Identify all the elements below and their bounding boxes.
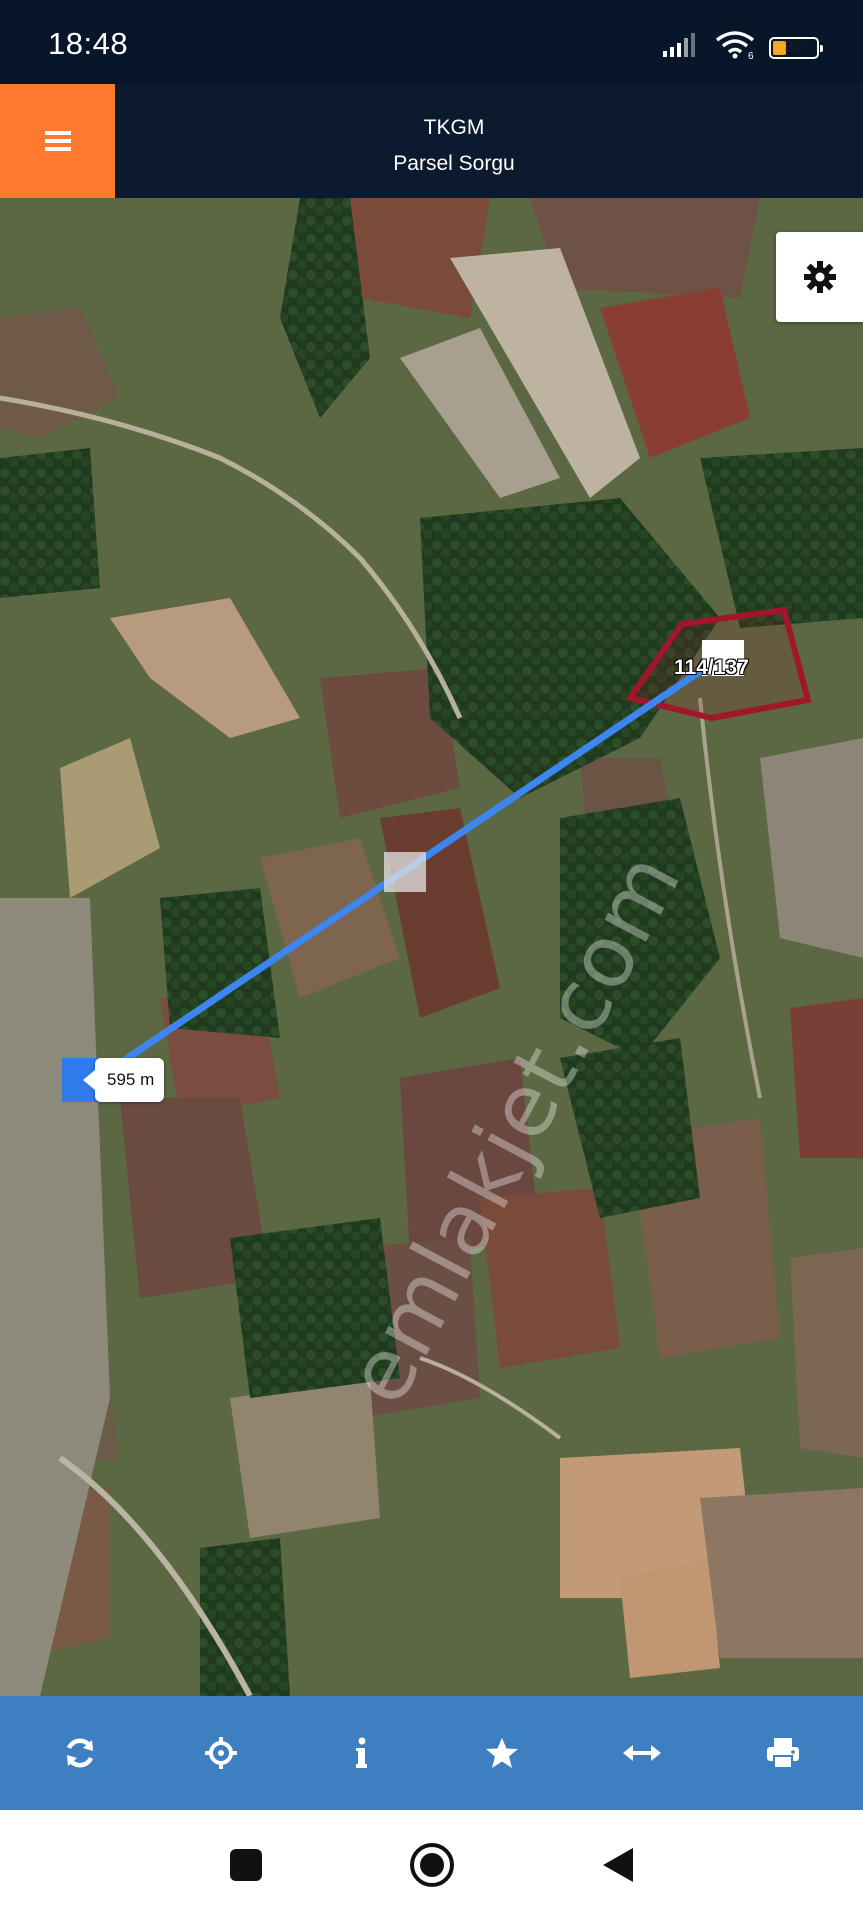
system-nav-bar [0, 1810, 863, 1920]
locate-button[interactable] [181, 1713, 261, 1793]
info-button[interactable] [321, 1713, 401, 1793]
menu-button[interactable] [0, 84, 115, 198]
gear-icon [803, 261, 836, 293]
star-favorite-icon [485, 1738, 518, 1768]
svg-text:6: 6 [748, 51, 754, 60]
recents-button[interactable] [218, 1837, 274, 1893]
status-time: 18:48 [48, 26, 129, 61]
print-button[interactable] [743, 1713, 823, 1793]
favorite-button[interactable] [462, 1713, 542, 1793]
back-triangle-icon [602, 1848, 633, 1882]
settings-button[interactable] [776, 232, 863, 322]
crosshair-locate-icon [204, 1737, 237, 1769]
home-circle-icon [409, 1843, 454, 1887]
battery-level: 37 [785, 38, 803, 56]
info-icon [356, 1737, 368, 1768]
map-imagery [0, 198, 863, 1696]
bottom-toolbar [0, 1696, 863, 1810]
measure-distance-icon [623, 1745, 662, 1761]
wifi-icon: 6 [715, 30, 755, 65]
app-subtitle: Parsel Sorgu [393, 152, 515, 175]
hamburger-menu-icon [44, 131, 71, 151]
print-icon [766, 1738, 799, 1769]
battery-icon: 37 [769, 36, 823, 59]
recents-square-icon [229, 1849, 262, 1881]
measure-mid-marker[interactable] [384, 852, 426, 892]
app-title: TKGM [423, 116, 485, 139]
refresh-icon [67, 1738, 94, 1768]
back-button[interactable] [590, 1837, 646, 1893]
parcel-label: 114/137 [674, 656, 749, 679]
signal-icon [663, 32, 701, 63]
refresh-button[interactable] [40, 1713, 120, 1793]
home-button[interactable] [404, 1837, 460, 1893]
measure-button[interactable] [602, 1713, 682, 1793]
distance-label: 595 m [82, 1058, 165, 1102]
status-bar: 18:48 6 37 [0, 0, 863, 84]
app-header: TKGM Parsel Sorgu [0, 84, 863, 198]
satellite-map[interactable]: emlakjet.com [0, 198, 863, 1696]
header-titles: TKGM Parsel Sorgu [115, 84, 863, 198]
status-icons: 6 37 [663, 30, 823, 65]
